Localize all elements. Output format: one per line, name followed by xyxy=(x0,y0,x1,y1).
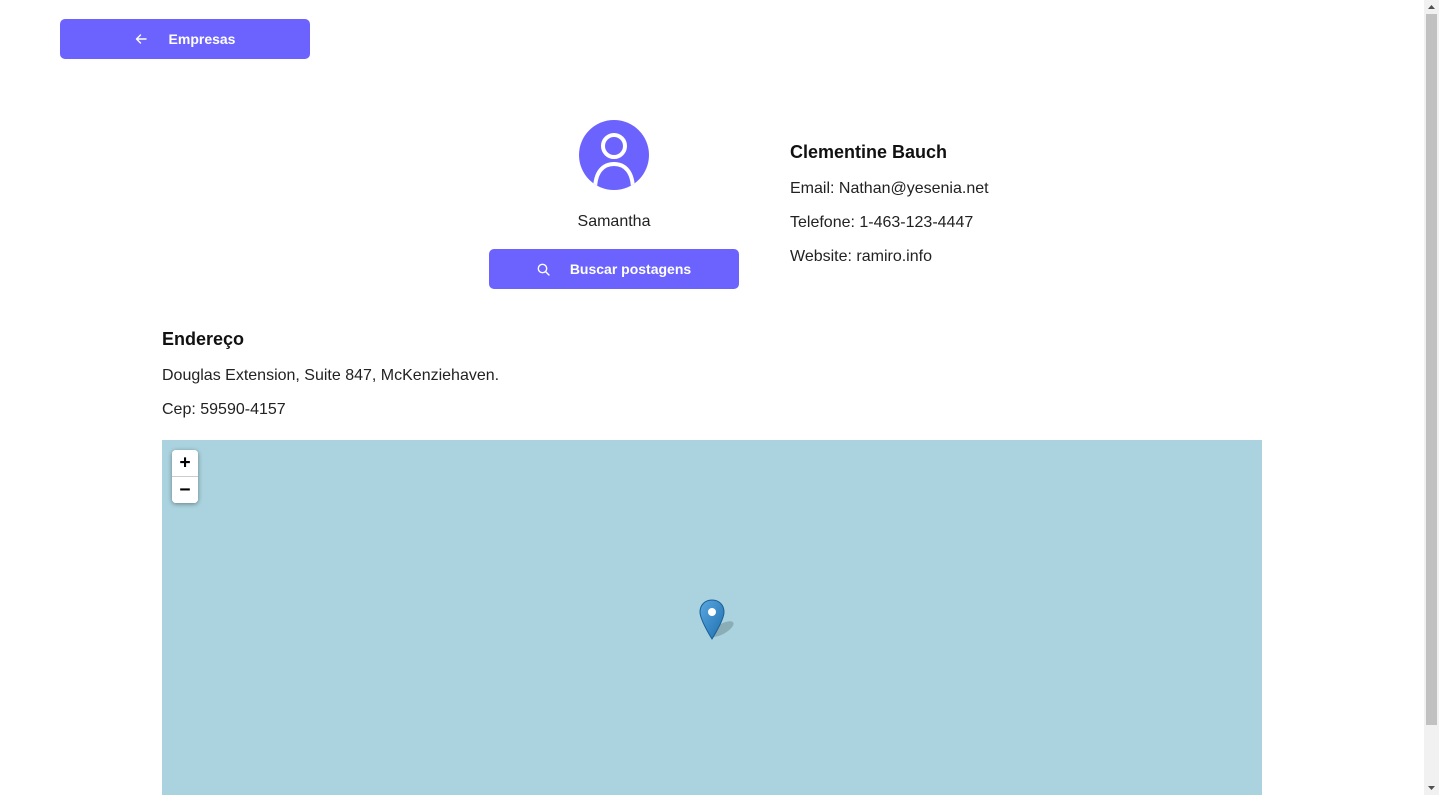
scroll-up-arrow-icon[interactable] xyxy=(1424,0,1439,14)
scroll-down-arrow-icon[interactable] xyxy=(1424,781,1439,795)
company-name: Clementine Bauch xyxy=(790,142,948,162)
company-website: Website: ramiro.info xyxy=(790,248,932,265)
back-button-label: Empresas xyxy=(168,31,236,47)
search-posts-label: Buscar postagens xyxy=(569,261,692,277)
search-posts-button[interactable]: Buscar postagens xyxy=(489,249,739,289)
map-marker-icon[interactable] xyxy=(698,599,740,641)
arrow-left-icon xyxy=(135,33,147,45)
search-icon xyxy=(537,263,550,276)
zoom-out-button[interactable]: − xyxy=(172,477,198,503)
scrollbar[interactable] xyxy=(1424,0,1439,795)
map[interactable]: + − xyxy=(162,440,1262,795)
back-to-empresas-button[interactable]: Empresas xyxy=(60,19,310,59)
address-cep: Cep: 59590-4157 xyxy=(162,401,286,418)
username: Samantha xyxy=(577,213,651,230)
address-street: Douglas Extension, Suite 847, McKenzieha… xyxy=(162,367,500,384)
zoom-control: + − xyxy=(172,450,198,503)
scrollbar-thumb[interactable] xyxy=(1426,14,1437,725)
user-avatar-icon xyxy=(579,120,649,190)
address-title: Endereço xyxy=(162,329,245,349)
page: Empresas Samantha Buscar postagens Cleme… xyxy=(0,0,1439,795)
zoom-in-button[interactable]: + xyxy=(172,450,198,477)
company-phone: Telefone: 1-463-123-4447 xyxy=(790,214,974,231)
company-email: Email: Nathan@yesenia.net xyxy=(790,180,989,197)
